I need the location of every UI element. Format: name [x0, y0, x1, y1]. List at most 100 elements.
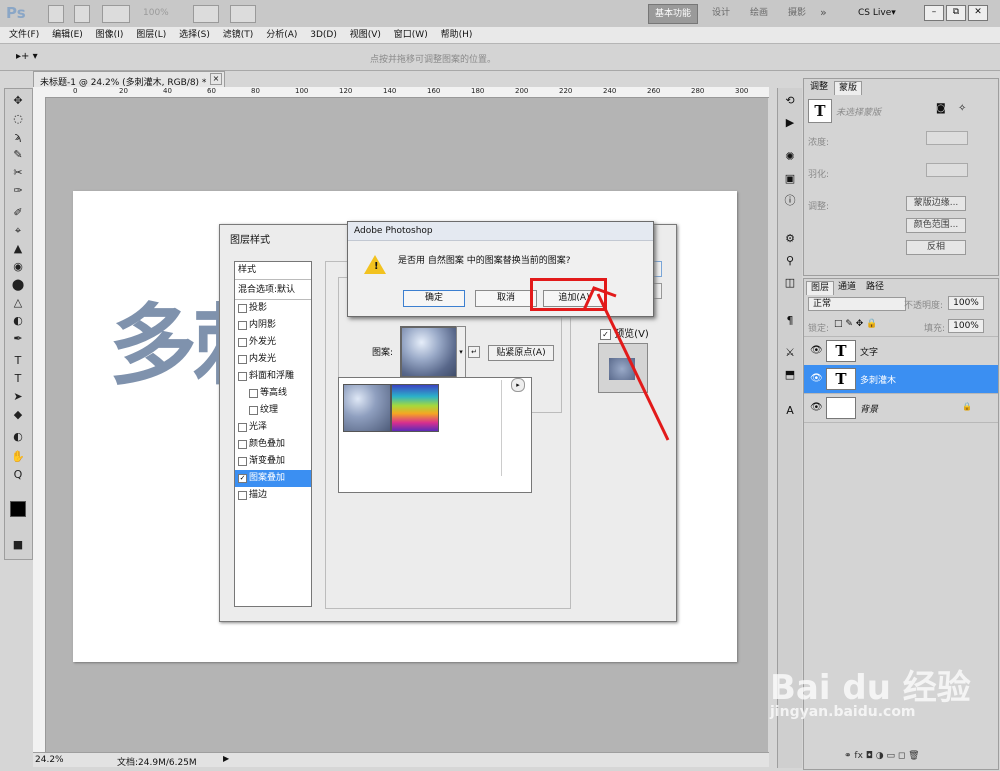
- clone-stamp-tool-icon[interactable]: ▲: [9, 241, 27, 257]
- minimize-icon[interactable]: –: [924, 5, 944, 21]
- menu-help[interactable]: 帮助(H): [436, 27, 478, 43]
- pattern-dropdown-arrow-icon[interactable]: ▾: [456, 326, 466, 378]
- hand-tool-icon[interactable]: ✋: [9, 449, 27, 465]
- tab-channels[interactable]: 通道: [834, 281, 860, 294]
- style-item-inner-shadow[interactable]: 内阴影: [235, 317, 311, 334]
- pattern-swatch-bubbles[interactable]: [343, 384, 391, 432]
- eraser-tool-icon[interactable]: ⬤: [9, 277, 27, 293]
- cs-live-menu[interactable]: CS Live▾: [858, 8, 896, 18]
- workspace-painting[interactable]: 绘画: [744, 4, 774, 22]
- layer-row-selected[interactable]: 👁 T 多刺灌木: [804, 365, 998, 394]
- tab-paths[interactable]: 路径: [862, 281, 888, 294]
- style-checkbox[interactable]: [238, 457, 247, 466]
- visibility-eye-icon[interactable]: 👁: [810, 402, 823, 413]
- picker-scrollbar[interactable]: [501, 380, 512, 476]
- pixel-mask-icon[interactable]: ◙: [936, 103, 946, 114]
- status-menu-arrow-icon[interactable]: ▶: [223, 754, 229, 763]
- style-checkbox[interactable]: [238, 355, 247, 364]
- visibility-eye-icon[interactable]: 👁: [810, 345, 823, 356]
- zoom-tool-icon[interactable]: Q: [9, 467, 27, 483]
- close-document-icon[interactable]: ×: [210, 73, 222, 85]
- 3d-rotate-tool-icon[interactable]: ◐: [9, 429, 27, 445]
- quick-mask-icon[interactable]: ■: [9, 537, 27, 553]
- 3d-panel-icon[interactable]: ⚔: [782, 346, 798, 360]
- swatches-panel-icon[interactable]: ✺: [782, 150, 798, 164]
- style-checkbox[interactable]: [238, 338, 247, 347]
- pattern-picker-swatch[interactable]: [400, 326, 460, 378]
- foreground-color-swatch[interactable]: [10, 501, 26, 517]
- zoom-level-field[interactable]: 100%: [143, 8, 169, 18]
- layer-actions-icons[interactable]: ⚭ fx ◘ ◑ ▭ ◻ 🗑: [844, 751, 920, 761]
- navigator-panel-icon[interactable]: ▣: [782, 172, 798, 186]
- style-checkbox[interactable]: [249, 406, 258, 415]
- crop-tool-icon[interactable]: ✂: [9, 165, 27, 181]
- menu-layer[interactable]: 图层(L): [131, 27, 171, 43]
- history-brush-tool-icon[interactable]: ◉: [9, 259, 27, 275]
- move-tool-preset-picker[interactable]: ▸+ ▾: [16, 51, 38, 62]
- marquee-tool-icon[interactable]: ◌: [9, 111, 27, 127]
- brush-tool-icon[interactable]: ⌖: [9, 223, 27, 239]
- layer-row-text[interactable]: 👁 T 文字: [804, 336, 998, 366]
- menu-edit[interactable]: 编辑(E): [47, 27, 88, 43]
- actions-panel-icon[interactable]: ▶: [782, 116, 798, 130]
- layer-row-background[interactable]: 👁 背景 🔒: [804, 394, 998, 423]
- pen-tool-icon[interactable]: T: [9, 353, 27, 369]
- style-item-color-overlay[interactable]: 颜色叠加: [235, 436, 311, 453]
- history-panel-icon[interactable]: ⟲: [782, 94, 798, 108]
- menu-image[interactable]: 图像(I): [91, 27, 129, 43]
- style-checkbox[interactable]: [238, 440, 247, 449]
- menu-3d[interactable]: 3D(D): [305, 27, 342, 43]
- restore-icon[interactable]: ⧉: [946, 5, 966, 21]
- vector-mask-icon[interactable]: ✧: [958, 103, 966, 114]
- style-item-satin[interactable]: 光泽: [235, 419, 311, 436]
- arrange-documents-button[interactable]: [193, 5, 219, 23]
- style-item-stroke[interactable]: 描边: [235, 487, 311, 504]
- style-checkbox-checked[interactable]: ✓: [238, 474, 247, 483]
- brush-presets-icon[interactable]: ⚙: [782, 232, 798, 246]
- character-panel-icon[interactable]: A: [782, 404, 798, 418]
- style-checkbox[interactable]: [249, 389, 258, 398]
- mini-bridge-button[interactable]: [74, 5, 90, 23]
- info-panel-icon[interactable]: ⓘ: [782, 194, 798, 208]
- style-item-pattern-overlay[interactable]: ✓ 图案叠加: [235, 470, 311, 487]
- style-checkbox[interactable]: [238, 321, 247, 330]
- style-checkbox[interactable]: [238, 491, 247, 500]
- style-item-texture[interactable]: 纹理: [235, 402, 311, 419]
- menu-window[interactable]: 窗口(W): [389, 27, 433, 43]
- style-item-contour[interactable]: 等高线: [235, 385, 311, 402]
- style-item-bevel-emboss[interactable]: 斜面和浮雕: [235, 368, 311, 385]
- lock-options-icon[interactable]: □ ✎ ✥ 🔒: [834, 319, 877, 329]
- menu-filter[interactable]: 滤镜(T): [218, 27, 259, 43]
- feather-field[interactable]: [926, 163, 968, 177]
- zoom-readout[interactable]: 24.2%: [35, 755, 64, 765]
- paint-bucket-tool-icon[interactable]: △: [9, 295, 27, 311]
- blur-tool-icon[interactable]: ◐: [9, 313, 27, 329]
- style-checkbox[interactable]: [238, 423, 247, 432]
- menu-view[interactable]: 视图(V): [345, 27, 386, 43]
- density-field[interactable]: [926, 131, 968, 145]
- invert-button[interactable]: 反相: [906, 240, 966, 255]
- screen-mode-button[interactable]: [230, 5, 256, 23]
- tab-layers[interactable]: 图层: [806, 281, 835, 295]
- menu-select[interactable]: 选择(S): [174, 27, 215, 43]
- type-tool-icon[interactable]: T: [9, 371, 27, 387]
- style-item-inner-glow[interactable]: 内发光: [235, 351, 311, 368]
- document-tab[interactable]: 未标题-1 @ 24.2% (多刺灌木, RGB/8) * ×: [33, 71, 225, 88]
- style-item-drop-shadow[interactable]: 投影: [235, 300, 311, 317]
- move-tool-icon[interactable]: ✥: [9, 93, 27, 109]
- cancel-button[interactable]: 取消: [475, 290, 537, 307]
- new-preset-icon[interactable]: ↵: [468, 346, 480, 358]
- measurement-panel-icon[interactable]: ⬒: [782, 368, 798, 382]
- styles-header[interactable]: 样式: [235, 262, 311, 280]
- tab-adjustments[interactable]: 调整: [806, 81, 832, 94]
- opacity-field[interactable]: 100%: [948, 296, 984, 310]
- style-checkbox[interactable]: [238, 304, 247, 313]
- workspace-design[interactable]: 设计: [706, 4, 736, 22]
- menu-file[interactable]: 文件(F): [4, 27, 44, 43]
- visibility-eye-icon[interactable]: 👁: [810, 373, 823, 384]
- paragraph-panel-icon[interactable]: ¶: [782, 314, 798, 328]
- quick-selection-tool-icon[interactable]: ✎: [9, 147, 27, 163]
- fill-field[interactable]: 100%: [948, 319, 984, 333]
- blend-mode-select[interactable]: 正常: [808, 297, 906, 311]
- picker-menu-icon[interactable]: ▸: [511, 378, 525, 392]
